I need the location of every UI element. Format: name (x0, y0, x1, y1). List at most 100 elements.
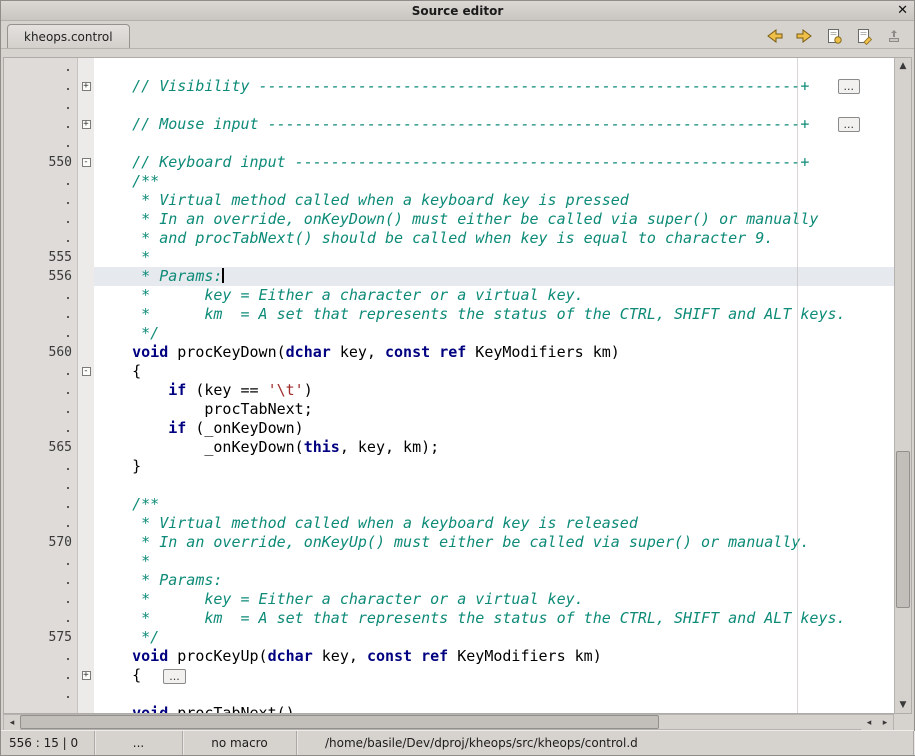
code-text[interactable] (94, 476, 894, 495)
fold-collapse-icon[interactable]: - (82, 367, 91, 376)
code-line[interactable]: 556 * Params: (4, 267, 894, 286)
code-text[interactable]: void procKeyDown(dchar key, const ref Ke… (94, 343, 894, 362)
code-line[interactable]: .+ { ... (4, 666, 894, 685)
code-line[interactable]: 570 * In an override, onKeyUp() must eit… (4, 533, 894, 552)
code-line[interactable]: .+ // Visibility -----------------------… (4, 77, 894, 96)
code-line[interactable]: . } (4, 457, 894, 476)
code-text[interactable]: * key = Either a character or a virtual … (94, 590, 894, 609)
code-text[interactable]: void procTabNext() (94, 704, 894, 713)
code-text[interactable]: if (_onKeyDown) (94, 419, 894, 438)
code-text[interactable] (94, 685, 894, 704)
close-icon[interactable]: ✕ (897, 3, 908, 18)
code-text[interactable]: procTabNext; (94, 400, 894, 419)
code-line[interactable]: . /** (4, 172, 894, 191)
code-line[interactable]: . * km = A set that represents the statu… (4, 609, 894, 628)
code-line[interactable]: . (4, 96, 894, 115)
code-line[interactable]: . * and procTabNext() should be called w… (4, 229, 894, 248)
code-text[interactable]: * Params: (94, 267, 894, 286)
code-line[interactable]: . (4, 476, 894, 495)
code-text[interactable]: /** (94, 495, 894, 514)
code-text[interactable]: * (94, 552, 894, 571)
horizontal-scroll-thumb[interactable] (20, 715, 659, 729)
detach-button[interactable] (882, 25, 906, 47)
fold-gutter (78, 229, 94, 248)
code-line[interactable]: . * Virtual method called when a keyboar… (4, 514, 894, 533)
vertical-scroll-thumb[interactable] (896, 451, 910, 608)
fold-expand-icon[interactable]: + (82, 82, 91, 91)
code-text[interactable]: // Keyboard input ----------------------… (94, 153, 894, 172)
scroll-left-button[interactable]: ◂ (4, 715, 20, 731)
code-line[interactable]: . * Params: (4, 571, 894, 590)
code-text[interactable]: * Params: (94, 571, 894, 590)
code-text[interactable]: * Virtual method called when a keyboard … (94, 191, 894, 210)
code-text[interactable]: } (94, 457, 894, 476)
code-line[interactable]: . (4, 134, 894, 153)
fold-collapse-icon[interactable]: - (82, 158, 91, 167)
vertical-scrollbar[interactable]: ▲ ▼ (894, 58, 911, 713)
nav-forward-button[interactable] (792, 25, 816, 47)
fold-expand-icon[interactable]: + (82, 120, 91, 129)
code-text[interactable]: // Mouse input -------------------------… (94, 115, 894, 134)
code-area[interactable]: ..+ // Visibility ----------------------… (4, 58, 894, 713)
code-line[interactable]: 560 void procKeyDown(dchar key, const re… (4, 343, 894, 362)
code-line[interactable]: 550- // Keyboard input -----------------… (4, 153, 894, 172)
code-line[interactable]: . procTabNext; (4, 400, 894, 419)
code-text[interactable]: * km = A set that represents the status … (94, 609, 894, 628)
code-text[interactable]: { (94, 362, 894, 381)
code-line[interactable]: 575 */ (4, 628, 894, 647)
editor-viewport[interactable]: ..+ // Visibility ----------------------… (3, 57, 912, 714)
code-text[interactable]: * key = Either a character or a virtual … (94, 286, 894, 305)
code-line[interactable]: . if (_onKeyDown) (4, 419, 894, 438)
code-text[interactable] (94, 134, 894, 153)
scroll-down-button[interactable]: ▼ (895, 697, 911, 713)
code-text[interactable]: // Visibility --------------------------… (94, 77, 894, 96)
code-line[interactable]: . * key = Either a character or a virtua… (4, 590, 894, 609)
scroll-up-button[interactable]: ▲ (895, 58, 911, 74)
code-line[interactable]: . * In an override, onKeyDown() must eit… (4, 210, 894, 229)
scroll-right-button[interactable]: ▸ (877, 715, 893, 731)
code-line[interactable]: . /** (4, 495, 894, 514)
code-line[interactable]: . * key = Either a character or a virtua… (4, 286, 894, 305)
code-line[interactable]: . * (4, 552, 894, 571)
code-line[interactable]: . (4, 58, 894, 77)
code-line[interactable]: . void procTabNext() (4, 704, 894, 713)
code-text[interactable]: * In an override, onKeyUp() must either … (94, 533, 894, 552)
code-line[interactable]: 565 _onKeyDown(this, key, km); (4, 438, 894, 457)
window-title: Source editor (412, 4, 504, 18)
code-text[interactable]: * Virtual method called when a keyboard … (94, 514, 894, 533)
code-text[interactable]: * (94, 248, 894, 267)
scroll-left-button-2[interactable]: ◂ (861, 715, 877, 731)
code-text[interactable]: /** (94, 172, 894, 191)
folded-region-box[interactable]: ... (838, 117, 861, 132)
code-text[interactable] (94, 96, 894, 115)
code-line[interactable]: .+ // Mouse input ----------------------… (4, 115, 894, 134)
horizontal-scroll-track[interactable] (20, 715, 861, 729)
code-line[interactable]: . (4, 685, 894, 704)
code-line[interactable]: . if (key == '\t') (4, 381, 894, 400)
code-text[interactable]: * km = A set that represents the status … (94, 305, 894, 324)
code-line[interactable]: . */ (4, 324, 894, 343)
code-line[interactable]: . * Virtual method called when a keyboar… (4, 191, 894, 210)
code-line[interactable]: . * km = A set that represents the statu… (4, 305, 894, 324)
code-line[interactable]: . void procKeyUp(dchar key, const ref Ke… (4, 647, 894, 666)
code-text[interactable]: { ... (94, 666, 894, 685)
tab-kheops-control[interactable]: kheops.control (7, 24, 130, 48)
code-line[interactable]: .- { (4, 362, 894, 381)
code-text[interactable]: _onKeyDown(this, key, km); (94, 438, 894, 457)
folded-region-box[interactable]: ... (838, 79, 861, 94)
nav-back-button[interactable] (762, 25, 786, 47)
code-text[interactable]: * and procTabNext() should be called whe… (94, 229, 894, 248)
code-text[interactable]: if (key == '\t') (94, 381, 894, 400)
document-edit-button[interactable] (852, 25, 876, 47)
code-text[interactable]: */ (94, 628, 894, 647)
folded-region-box[interactable]: ... (163, 669, 186, 684)
code-line[interactable]: 555 * (4, 248, 894, 267)
fold-expand-icon[interactable]: + (82, 671, 91, 680)
code-text[interactable]: void procKeyUp(dchar key, const ref KeyM… (94, 647, 894, 666)
code-text[interactable] (94, 58, 894, 77)
document-button[interactable] (822, 25, 846, 47)
tab-bar: kheops.control (1, 21, 914, 49)
code-text[interactable]: */ (94, 324, 894, 343)
code-text[interactable]: * In an override, onKeyDown() must eithe… (94, 210, 894, 229)
horizontal-scrollbar[interactable]: ◂ ◂ ▸ (3, 714, 894, 730)
